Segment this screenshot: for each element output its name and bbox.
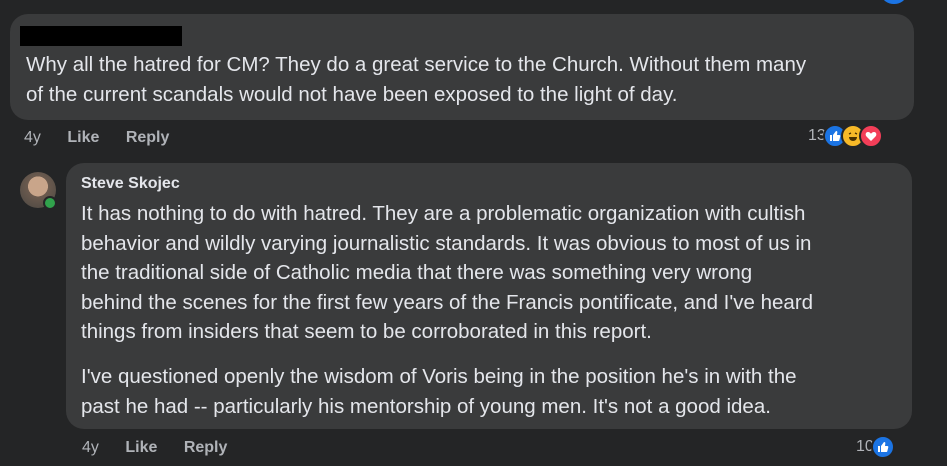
comment-text-line: past he had -- particularly his mentorsh… (81, 394, 771, 418)
comment-age[interactable]: 4y (24, 129, 41, 146)
comment-text-line: the traditional side of Catholic media t… (81, 261, 753, 284)
comment-actions: 4y Like Reply (82, 439, 249, 457)
reply-button[interactable]: Reply (126, 129, 170, 146)
comment-text-line: It has nothing to do with hatred. They a… (81, 202, 806, 225)
comment-author[interactable]: Steve Skojec (81, 175, 180, 193)
love-icon (858, 124, 883, 148)
comment-text-line: Why all the hatred for CM? They do a gre… (26, 53, 807, 76)
comment-text-line: I've questioned openly the wisdom of Vor… (81, 365, 797, 388)
comment-text-line: behavior and wildly varying journalistic… (81, 231, 812, 255)
like-button[interactable]: Like (67, 129, 99, 146)
partial-reaction-icon (882, 0, 906, 4)
like-icon (870, 435, 895, 459)
comment-age[interactable]: 4y (82, 439, 99, 456)
comment-text: I've questioned openly the wisdom of Vor… (81, 362, 797, 421)
comment-actions: 4y Like Reply (24, 129, 191, 147)
reactions-summary[interactable]: 10 (856, 435, 895, 459)
reply-button[interactable]: Reply (184, 439, 228, 456)
redacted-author-name (20, 26, 182, 46)
online-status-dot (43, 196, 57, 210)
like-button[interactable]: Like (125, 439, 157, 456)
reactions-summary[interactable]: 13 (808, 124, 883, 148)
comment-text-line: behind the scenes for the first few year… (81, 290, 814, 314)
comment-text-line: of the current scandals would not have b… (26, 82, 678, 106)
comment-text: It has nothing to do with hatred. They a… (81, 199, 813, 347)
comment-text: Why all the hatred for CM? They do a gre… (26, 50, 806, 109)
comment-text-line: things from insiders that seem to be cor… (81, 320, 652, 343)
